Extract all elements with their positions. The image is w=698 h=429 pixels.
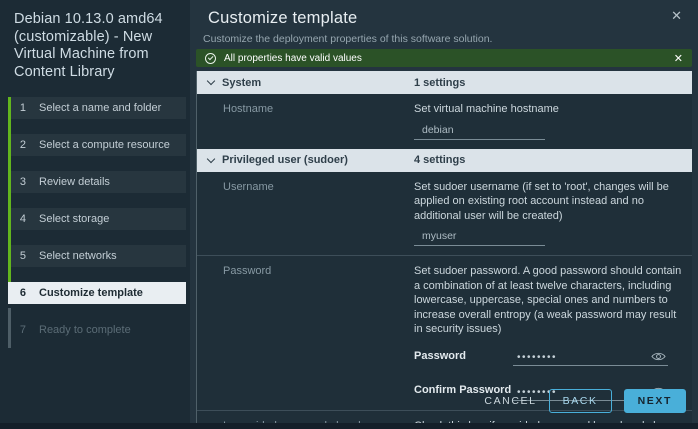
step-label: Select storage — [39, 212, 110, 225]
step-label: Review details — [39, 175, 110, 188]
sidebar-step-ready-complete: 7 Ready to complete — [8, 319, 186, 341]
window-bottom-edge — [0, 423, 698, 429]
progress-bar-completed — [8, 96, 11, 282]
step-label: Select a compute resource — [39, 138, 170, 151]
next-button[interactable]: NEXT — [623, 389, 686, 413]
cancel-button[interactable]: CANCEL — [484, 395, 536, 407]
close-icon[interactable]: ✕ — [671, 9, 682, 22]
sidebar-step-compute-resource[interactable]: 2 Select a compute resource — [8, 133, 186, 156]
back-button[interactable]: BACK — [548, 389, 612, 413]
password-subfield: Password — [414, 349, 682, 367]
wizard-sidebar: Debian 10.13.0 amd64 (customizable) - Ne… — [0, 0, 190, 423]
section-title: Privileged user (sudoer) — [222, 154, 348, 167]
banner-close-icon[interactable]: ✕ — [674, 52, 683, 65]
validation-success-banner: All properties have valid values ✕ — [196, 49, 692, 67]
section-header-sudoer[interactable]: Privileged user (sudoer) 4 settings — [197, 148, 692, 172]
sidebar-step-select-networks[interactable]: 5 Select networks — [8, 244, 186, 267]
wizard-footer: CANCEL BACK NEXT — [484, 389, 686, 413]
password-input[interactable] — [517, 352, 651, 364]
row-hostname: Hostname Set virtual machine hostname — [197, 94, 692, 149]
step-number: 4 — [19, 212, 26, 225]
section-count: 4 settings — [414, 154, 466, 167]
step-number: 6 — [19, 286, 26, 299]
customize-template-panel: Customize template ✕ Customize the deplo… — [190, 0, 698, 429]
check-circle-icon — [205, 52, 216, 64]
step-number: 2 — [19, 138, 26, 151]
sidebar-step-select-storage[interactable]: 4 Select storage — [8, 207, 186, 230]
field-label: Password — [223, 265, 272, 278]
section-header-system[interactable]: System 1 settings — [197, 71, 692, 94]
field-label: Hostname — [223, 103, 274, 115]
sidebar-step-name-folder[interactable]: 1 Select a name and folder — [8, 96, 186, 119]
step-label: Select a name and folder — [39, 101, 162, 114]
password-sublabel: Password — [414, 349, 466, 362]
wizard-title: Debian 10.13.0 amd64 (customizable) - Ne… — [14, 11, 163, 81]
eye-icon[interactable] — [651, 351, 666, 362]
step-label: Select networks — [39, 249, 117, 262]
row-username: Username Set sudoer username (if set to … — [197, 171, 692, 256]
step-label: Ready to complete — [39, 323, 131, 336]
section-title: System — [222, 76, 262, 89]
row-password: Password Set sudoer password. A good pas… — [197, 255, 692, 410]
wizard-steps: 1 Select a name and folder 2 Select a co… — [0, 96, 190, 348]
step-number: 3 — [19, 175, 26, 188]
progress-bar-remaining — [8, 307, 11, 348]
section-count: 1 settings — [414, 76, 466, 89]
field-description: Set virtual machine hostname — [414, 103, 559, 115]
field-label: Username — [223, 180, 274, 193]
username-input[interactable] — [414, 230, 545, 247]
chevron-down-icon — [206, 76, 216, 86]
field-description: Set sudoer username (if set to 'root', c… — [414, 180, 669, 222]
step-label: Customize template — [39, 286, 143, 299]
field-description: Set sudoer password. A good password sho… — [414, 265, 682, 336]
sidebar-step-customize-template[interactable]: 6 Customize template — [8, 281, 186, 304]
step-number: 5 — [19, 249, 26, 262]
banner-text: All properties have valid values — [224, 52, 362, 64]
hostname-input[interactable] — [414, 123, 545, 140]
chevron-down-icon — [206, 154, 216, 163]
step-number: 1 — [19, 101, 26, 114]
properties-table: System 1 settings Hostname Set virtual m… — [196, 71, 692, 429]
sidebar-step-review-details[interactable]: 3 Review details — [8, 170, 186, 193]
step-number: 7 — [19, 323, 26, 336]
page-title: Customize template — [208, 9, 358, 27]
page-subtitle: Customize the deployment properties of t… — [203, 33, 493, 45]
